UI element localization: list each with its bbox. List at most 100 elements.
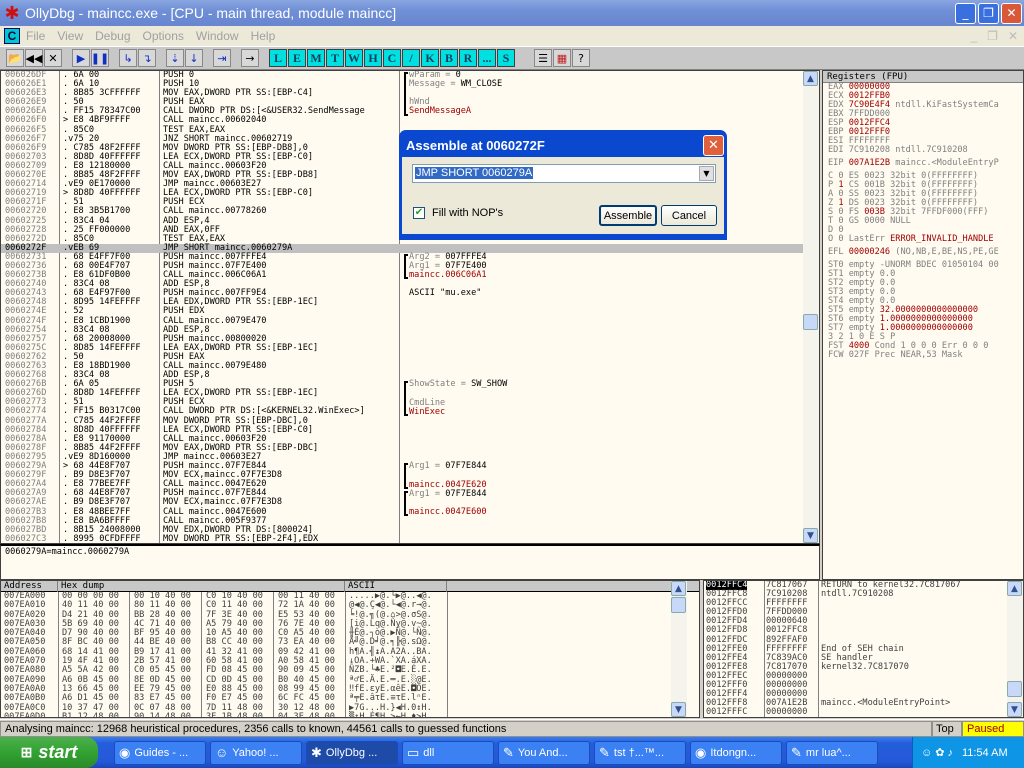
cancel-button[interactable]: Cancel — [661, 205, 717, 226]
menu-help[interactable]: Help — [251, 29, 276, 43]
pause-icon[interactable]: ❚❚ — [91, 49, 109, 67]
taskbar-button[interactable]: ✱ OllyDbg ... — [306, 740, 398, 765]
start-button[interactable]: ⊞ start — [0, 737, 98, 768]
taskbar-button[interactable]: ✎ You And... — [498, 740, 590, 765]
register-row-eip[interactable]: EIP 007A1E2B maincc.<ModuleEntryP — [823, 159, 1023, 168]
patches-window-button[interactable]: / — [402, 49, 420, 67]
dump-row[interactable]: 007EA0D0 B1 12 48 00 90 14 48 00 3E 1B 48 0… — [1, 711, 699, 718]
references-window-button[interactable]: R — [459, 49, 477, 67]
hex-dump-pane[interactable]: Address Hex dump ASCII 007EA000 00 00 00 … — [0, 580, 700, 718]
stack-row[interactable]: 0012FFFC 00000000 — [704, 708, 1023, 717]
run-icon[interactable]: ▶ — [72, 49, 90, 67]
taskbar-button[interactable]: ▭ dll — [402, 740, 494, 765]
register-value: 007A1E2B — [848, 158, 891, 168]
breakpoints-window-button[interactable]: B — [440, 49, 458, 67]
windows-window-button[interactable]: W — [345, 49, 363, 67]
open-icon[interactable]: 📂 — [6, 49, 24, 67]
cpu-window-button[interactable]: C — [383, 49, 401, 67]
stack-row[interactable]: 0012FFE8 7C817070 kernel32.7C817070 — [704, 662, 1023, 672]
go-to-address-icon[interactable]: → — [241, 49, 259, 67]
fill-nops-label[interactable]: Fill with NOP's — [432, 207, 503, 219]
restart-icon[interactable]: ◀◀ — [25, 49, 43, 67]
dump-scrollbar[interactable]: ▲ ▼ — [671, 581, 687, 717]
tray-app-icon[interactable]: ✿ — [935, 746, 944, 759]
stack-row[interactable]: 0012FFD8 0012FFC8 — [704, 626, 1023, 635]
options-list-icon[interactable]: ☰ — [534, 49, 552, 67]
mdi-restore-button[interactable]: ❐ — [987, 29, 998, 43]
menu-window[interactable]: Window — [196, 29, 239, 43]
volume-icon[interactable]: ♪ — [947, 747, 953, 759]
source-window-button[interactable]: S — [497, 49, 515, 67]
register-row[interactable]: EDI 7C910208 ntdll.7C910208 — [823, 146, 1023, 155]
scroll-down-icon[interactable]: ▼ — [1007, 702, 1022, 717]
stack-row[interactable]: 0012FFD4 00000640 — [704, 617, 1023, 626]
scroll-thumb[interactable] — [1007, 681, 1022, 697]
taskbar-button[interactable]: ◉ Guides - ... — [114, 740, 206, 765]
taskbar-button[interactable]: ✎ tst †...™... — [594, 740, 686, 765]
taskbar-button-label: OllyDbg ... — [325, 746, 378, 759]
scroll-up-icon[interactable]: ▲ — [1007, 581, 1022, 596]
menu-debug[interactable]: Debug — [95, 29, 130, 43]
minimize-button[interactable]: _ — [955, 2, 976, 24]
restore-button[interactable]: ❐ — [978, 2, 999, 24]
info-text: 0060279A=maincc.0060279A — [5, 547, 130, 557]
call-stack-window-button[interactable]: K — [421, 49, 439, 67]
handles-window-button[interactable]: H — [364, 49, 382, 67]
assemble-command-input[interactable]: JMP SHORT 0060279A ▼ — [412, 164, 716, 183]
threads-window-button[interactable]: T — [326, 49, 344, 67]
help-icon[interactable]: ? — [572, 49, 590, 67]
firefox-icon: ◉ — [695, 744, 707, 760]
appearance-grid-icon[interactable]: ▦ — [553, 49, 571, 67]
close-button[interactable]: ✕ — [1001, 2, 1022, 24]
log-window-button[interactable]: L — [269, 49, 287, 67]
lasterr-row[interactable]: O 0 LastErr ERROR_INVALID_HANDLE — [823, 235, 1023, 244]
step-over-icon[interactable]: ↴ — [138, 49, 156, 67]
executables-window-button[interactable]: E — [288, 49, 306, 67]
register-note: (NO,NB,E,BE,NS,PE,GE — [890, 247, 999, 257]
cpu-window-icon[interactable]: C — [4, 28, 20, 44]
stack-row[interactable]: 0012FFCC FFFFFFFF — [704, 599, 1023, 608]
stack-row[interactable]: 0012FFEC 00000000 — [704, 671, 1023, 681]
menu-view[interactable]: View — [57, 29, 83, 43]
dialog-close-button[interactable]: ✕ — [703, 134, 724, 156]
scroll-up-icon[interactable]: ▲ — [671, 581, 686, 596]
memory-window-button[interactable]: M — [307, 49, 325, 67]
scroll-thumb[interactable] — [671, 597, 686, 613]
mdi-controls: _ ❐ ✕ — [970, 29, 1018, 43]
stack-row[interactable]: 0012FFF8 007A1E2B maincc.<ModuleEntryPoint… — [704, 699, 1023, 708]
mdi-minimize-button[interactable]: _ — [970, 29, 977, 43]
step-into-icon[interactable]: ↳ — [119, 49, 137, 67]
trace-over-icon[interactable]: ↓ — [185, 49, 203, 67]
taskbar-button[interactable]: ✎ mr lua^... — [786, 740, 878, 765]
efl-row[interactable]: EFL 00000246 (NO,NB,E,BE,NS,PE,GE — [823, 248, 1023, 257]
run-trace-window-button[interactable]: ... — [478, 49, 496, 67]
stack-scrollbar[interactable]: ▲ ▼ — [1007, 581, 1023, 717]
assemble-button[interactable]: Assemble — [599, 205, 657, 226]
stack-row[interactable]: 0012FFC8 7C910208 ntdll.7C910208 — [704, 589, 1023, 599]
mdi-close-button[interactable]: ✕ — [1008, 29, 1018, 43]
registers-pane[interactable]: Registers (FPU) EAX 00000000 ECX 0012FFB0… — [822, 70, 1024, 580]
menu-options[interactable]: Options — [143, 29, 184, 43]
assemble-command-value[interactable]: JMP SHORT 0060279A — [415, 167, 534, 179]
disassembly-scrollbar[interactable]: ▲ ▼ — [803, 71, 819, 543]
scroll-down-icon[interactable]: ▼ — [671, 702, 686, 717]
trace-into-icon[interactable]: ⇣ — [166, 49, 184, 67]
fill-nops-checkbox[interactable]: ✔ — [413, 207, 425, 219]
yahoo-messenger-tray-icon[interactable]: ☺ — [921, 747, 932, 759]
scroll-thumb[interactable] — [803, 314, 818, 330]
execute-till-return-icon[interactable]: ⇥ — [213, 49, 231, 67]
stack-pane[interactable]: 0012FFC4 7C817067 RETURN to kernel32.7C817… — [703, 580, 1024, 718]
taskbar-button[interactable]: ◉ Itdongn... — [690, 740, 782, 765]
fcw-row[interactable]: FCW 027F Prec NEAR,53 Mask — [823, 351, 1023, 360]
scroll-down-icon[interactable]: ▼ — [803, 528, 818, 543]
stack-row[interactable]: 0012FFF0 00000000 — [704, 680, 1023, 690]
stack-row[interactable]: 0012FFD0 7FFDD000 — [704, 608, 1023, 617]
taskbar-button[interactable]: ☺ Yahoo! ... — [210, 740, 302, 765]
close-program-icon[interactable]: ✕ — [44, 49, 62, 67]
topmost-indicator[interactable]: Top — [932, 720, 962, 737]
chevron-down-icon[interactable]: ▼ — [699, 166, 714, 181]
dump-ascii: ▒↕H.É¶H.>←H.♦>H. — [349, 711, 432, 718]
menu-file[interactable]: File — [26, 29, 45, 43]
flag-row[interactable]: T 0 GS 0000 NULL — [823, 217, 1023, 226]
scroll-up-icon[interactable]: ▲ — [803, 71, 818, 86]
